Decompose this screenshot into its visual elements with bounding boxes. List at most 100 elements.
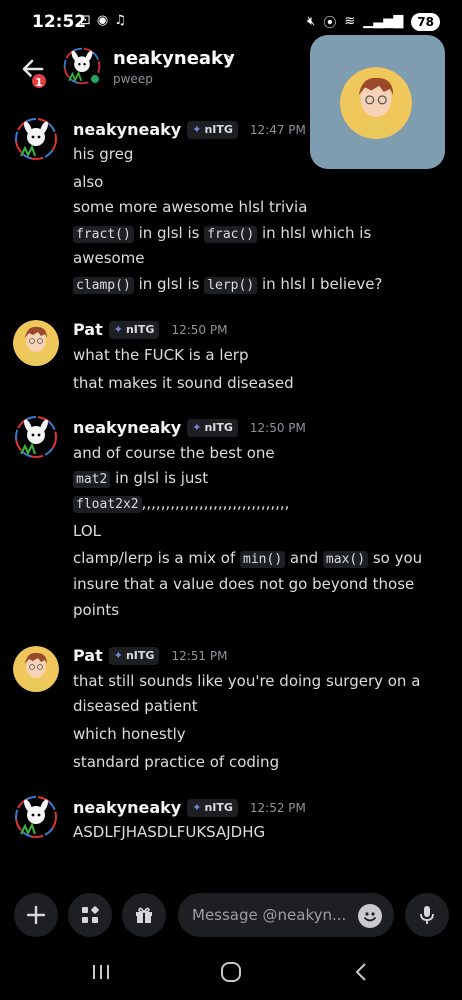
server-tag-label: nITG — [204, 421, 233, 434]
message-text: standard practice of coding — [73, 753, 279, 771]
message-timestamp: 12:52 PM — [249, 800, 306, 815]
text-span: which honestly — [73, 725, 186, 743]
text-span: clamp/lerp is a mix of — [73, 549, 241, 567]
message-text: float2x2,,,,,,,,,,,,,,,,,,,,,,,,,,,,,,, — [73, 494, 290, 513]
discord-icon: ◉ — [96, 13, 109, 28]
avatar[interactable] — [13, 116, 59, 162]
server-tag[interactable]: ✦ nITG — [108, 320, 160, 339]
call-participant-avatar — [340, 67, 412, 139]
gift-button[interactable] — [122, 893, 166, 937]
add-attachment-button[interactable] — [14, 893, 58, 937]
text-span: LOL — [73, 522, 101, 540]
text-span: and of course the best one — [73, 444, 275, 462]
recent-apps-icon — [93, 965, 109, 979]
text-span: and — [285, 549, 323, 567]
message-author[interactable]: neakyneaky — [73, 120, 181, 139]
message-text: awesome — [73, 249, 145, 267]
message-author[interactable]: Pat — [73, 646, 103, 665]
sparkle-icon: ✦ — [113, 649, 123, 662]
inline-code: min() — [240, 551, 286, 568]
text-span: points — [73, 601, 120, 619]
system-nav-bar — [0, 948, 462, 1000]
avatar[interactable] — [13, 794, 59, 840]
home-button[interactable] — [219, 960, 243, 988]
text-span: standard practice of coding — [73, 753, 280, 771]
inline-code: float2x2 — [73, 496, 142, 513]
message-text: also — [73, 173, 103, 191]
text-span: in hlsl I believe? — [257, 275, 383, 293]
message-text: LOL — [73, 522, 101, 540]
text-span: that still sounds like you're doing surg… — [73, 672, 421, 690]
text-span: awesome — [73, 249, 145, 267]
message-timestamp: 12:51 PM — [171, 648, 228, 663]
message-text: clamp() in glsl is lerp() in hlsl I beli… — [73, 275, 383, 294]
text-span: in glsl is — [133, 224, 205, 242]
sparkle-icon: ✦ — [192, 801, 202, 814]
message-text: diseased patient — [73, 697, 198, 715]
message-text: his greg — [73, 145, 133, 163]
chevron-right-icon[interactable]: › — [226, 48, 232, 67]
signal-icon: ▁▃▅▇ — [363, 14, 404, 29]
sparkle-icon: ✦ — [192, 421, 202, 434]
server-tag-label: nITG — [125, 323, 155, 336]
back-nav-button[interactable] — [350, 960, 372, 988]
server-tag-label: nITG — [125, 649, 155, 662]
text-span: that makes it sound diseased — [73, 374, 294, 392]
screen-record-icon: ⊡ — [80, 13, 91, 28]
text-span: in hlsl which is — [257, 224, 372, 242]
message-author[interactable]: Pat — [73, 320, 103, 339]
message-text: and of course the best one — [73, 444, 275, 462]
message-timestamp: 12:50 PM — [249, 420, 306, 435]
message-text: what the FUCK is a lerp — [73, 346, 248, 364]
voice-call-tile[interactable] — [310, 35, 445, 169]
sparkle-icon: ✦ — [192, 123, 202, 136]
message-text: clamp/lerp is a mix of min() and max() s… — [73, 549, 423, 568]
message-text: ASDLFJHASDLFUKSAJDHG — [73, 823, 265, 841]
inline-code: max() — [322, 551, 369, 568]
inline-code: mat2 — [73, 471, 111, 488]
message-author[interactable]: neakyneaky — [73, 798, 181, 817]
battery-indicator: 78 — [411, 12, 440, 31]
server-tag[interactable]: ✦ nITG — [187, 418, 238, 437]
smile-icon — [364, 912, 376, 922]
text-span: so you — [368, 549, 423, 567]
chat-title[interactable]: neakyneaky — [113, 48, 235, 69]
message-text: that still sounds like you're doing surg… — [73, 672, 420, 690]
message-text: insure that a value does not go beyond t… — [73, 575, 414, 593]
location-icon: ⦿ — [323, 16, 337, 31]
chat-subtitle: pweep — [113, 72, 153, 86]
text-span: in glsl is — [133, 275, 205, 293]
message-author[interactable]: neakyneaky — [73, 418, 181, 437]
text-span: diseased patient — [73, 697, 198, 715]
apps-button[interactable] — [68, 893, 112, 937]
avatar[interactable] — [13, 320, 59, 366]
server-tag[interactable]: ✦ nITG — [187, 120, 238, 139]
wifi-icon: ≋ — [344, 14, 356, 29]
message-timestamp: 12:50 PM — [171, 322, 228, 337]
text-span: also — [73, 173, 104, 191]
server-tag[interactable]: ✦ nITG — [108, 646, 160, 665]
text-span: in glsl is just — [110, 469, 209, 487]
server-tag-label: nITG — [204, 123, 233, 136]
emoji-button[interactable] — [358, 904, 382, 928]
status-time: 12:52 — [32, 12, 87, 32]
text-span: ,,,,,,,,,,,,,,,,,,,,,,,,,,,,,,, — [141, 494, 290, 512]
message-text: some more awesome hlsl trivia — [73, 198, 307, 216]
message-text: which honestly — [73, 725, 186, 743]
message-timestamp: 12:47 PM — [249, 122, 306, 137]
recent-apps-button[interactable] — [90, 960, 112, 988]
avatar[interactable] — [13, 646, 59, 692]
text-span: ASDLFJHASDLFUKSAJDHG — [73, 823, 266, 841]
voice-message-button[interactable] — [405, 893, 449, 937]
notification-badge: 1 — [30, 72, 48, 90]
message-text: fract() in glsl is frac() in hlsl which … — [73, 224, 372, 243]
sparkle-icon: ✦ — [113, 323, 123, 336]
message-text: that makes it sound diseased — [73, 374, 294, 392]
composer — [0, 890, 462, 942]
avatar[interactable] — [13, 414, 59, 460]
text-span: what the FUCK is a lerp — [73, 346, 249, 364]
microphone-icon — [420, 906, 434, 924]
message-text: mat2 in glsl is just — [73, 469, 209, 488]
server-tag[interactable]: ✦ nITG — [187, 798, 238, 817]
inline-code: frac() — [204, 226, 258, 243]
